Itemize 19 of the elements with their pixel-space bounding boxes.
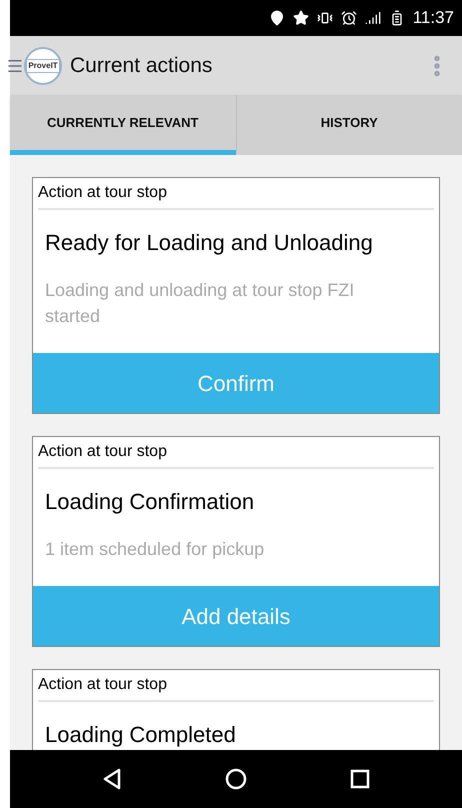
card-title: Loading Completed <box>44 721 237 749</box>
home-icon[interactable] <box>224 768 247 790</box>
recents-icon[interactable] <box>350 769 370 789</box>
signal-icon <box>364 10 381 26</box>
location-pin-icon <box>268 10 285 26</box>
card-header: Action at tour stop <box>38 676 167 693</box>
vibrate-icon <box>316 10 333 26</box>
card-description: 1 item scheduled for pickup <box>44 538 266 561</box>
screen-title: Current actions <box>70 52 212 79</box>
card-header: Action at tour stop <box>38 443 167 460</box>
card-description: Loading and unloading at tour stop FZI started <box>44 279 356 328</box>
card-title: Ready for Loading and Unloading <box>44 229 374 257</box>
card-header: Action at tour stop <box>38 184 167 201</box>
logo: ProveIT <box>24 46 62 84</box>
clock: 11:37 <box>412 7 454 30</box>
back-icon[interactable] <box>102 768 122 790</box>
card-title: Loading Confirmation <box>44 488 256 516</box>
star-icon <box>292 10 309 26</box>
alarm-icon <box>340 10 357 26</box>
